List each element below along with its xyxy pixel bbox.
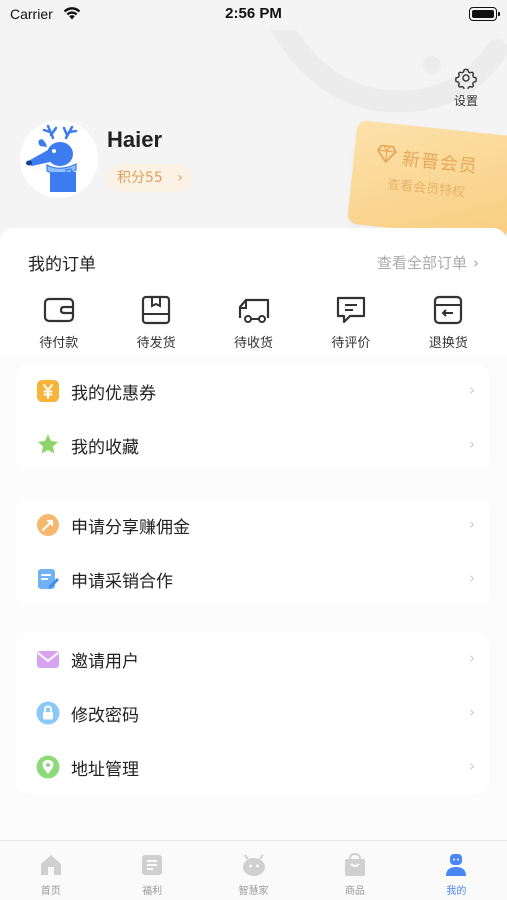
smart-home-icon [242, 854, 265, 876]
deer-avatar-icon [26, 124, 78, 192]
tab-label: 商品 [344, 886, 365, 897]
order-label: 待评价 [331, 336, 371, 351]
profile-page: Carrier 2:56 PM 设置 Haier 积分55 › 新晋会员 查看会… [0, 0, 507, 900]
menu-item-label: 我的收藏 [71, 438, 139, 458]
invite-envelope-icon [37, 651, 59, 668]
menu-group-partnership: 申请分享赚佣金 › 申请采销合作 › [16, 498, 489, 606]
menu-item-coupons[interactable]: 我的优惠券 › [16, 364, 489, 418]
cooperation-icon [38, 569, 59, 589]
order-label: 待付款 [39, 336, 79, 351]
clock: 2:56 PM [225, 5, 282, 22]
vip-subtitle: 查看会员特权 [386, 177, 466, 201]
tab-label: 智慧家 [238, 886, 269, 897]
share-commission-icon [37, 514, 59, 536]
menu-item-invite-users[interactable]: 邀请用户 › [16, 632, 489, 686]
chevron-right-icon: › [469, 757, 475, 775]
order-returns[interactable]: 退换货 [400, 294, 497, 351]
truck-icon [238, 298, 269, 323]
menu-item-address-management[interactable]: 地址管理 › [16, 740, 489, 794]
location-pin-icon [36, 755, 60, 779]
chevron-right-icon: › [177, 170, 183, 186]
order-pending-payment[interactable]: 待付款 [10, 294, 107, 351]
menu-item-label: 修改密码 [71, 706, 139, 726]
settings-button[interactable]: 设置 [451, 67, 481, 109]
home-icon [40, 855, 61, 875]
order-pending-shipment[interactable]: 待发货 [107, 294, 204, 351]
lock-icon [36, 701, 60, 725]
welfare-icon [142, 855, 163, 875]
order-pending-receipt[interactable]: 待收货 [205, 294, 302, 351]
menu-item-label: 邀请用户 [71, 652, 139, 672]
return-box-icon [434, 295, 463, 325]
menu-item-favorites[interactable]: 我的收藏 › [16, 418, 489, 472]
shopping-bag-icon [344, 853, 365, 876]
status-bar: Carrier 2:56 PM [0, 0, 507, 30]
battery-icon [469, 7, 500, 21]
order-label: 待发货 [136, 336, 176, 351]
orders-card: 我的订单 查看全部订单 › 待付款 待发货 待收货 待评价 退换货 [0, 228, 507, 358]
menu-item-share-commission[interactable]: 申请分享赚佣金 › [16, 498, 489, 552]
points-badge[interactable]: 积分55 › [107, 164, 193, 192]
chevron-right-icon: › [469, 381, 475, 399]
wallet-icon [43, 297, 74, 323]
diamond-icon [376, 144, 397, 163]
avatar[interactable] [20, 120, 98, 198]
chevron-right-icon: › [469, 703, 475, 721]
tab-home[interactable]: 首页 [0, 841, 101, 900]
star-icon [37, 434, 59, 454]
tab-smart-home[interactable]: 智慧家 [203, 841, 304, 900]
chevron-right-icon: › [469, 435, 475, 453]
tab-welfare[interactable]: 福利 [101, 841, 202, 900]
menu-item-label: 我的优惠券 [71, 384, 156, 404]
order-status-row: 待付款 待发货 待收货 待评价 退换货 [10, 294, 497, 351]
tab-label: 我的 [446, 886, 467, 897]
orders-title: 我的订单 [28, 255, 96, 275]
menu-group-account: 邀请用户 › 修改密码 › 地址管理 › [16, 632, 489, 794]
settings-label: 设置 [453, 94, 478, 108]
menu-item-label: 申请分享赚佣金 [71, 518, 190, 538]
menu-group-benefits: 我的优惠券 › 我的收藏 › [16, 364, 489, 470]
menu-item-cooperation[interactable]: 申请采销合作 › [16, 552, 489, 606]
menu-item-change-password[interactable]: 修改密码 › [16, 686, 489, 740]
menu-item-label: 申请采销合作 [71, 572, 173, 592]
chevron-right-icon: › [469, 649, 475, 667]
coupon-icon [37, 380, 59, 402]
package-icon [142, 295, 171, 325]
order-pending-review[interactable]: 待评价 [302, 294, 399, 351]
chevron-right-icon: › [469, 569, 475, 587]
order-label: 退换货 [428, 336, 468, 351]
points-label: 积分55 [117, 170, 163, 186]
order-label: 待收货 [234, 336, 274, 351]
tab-profile[interactable]: 我的 [406, 841, 507, 900]
chevron-right-icon: › [473, 254, 479, 272]
view-all-orders-link[interactable]: 查看全部订单 › [377, 252, 479, 273]
view-all-orders-label: 查看全部订单 [376, 254, 467, 272]
vip-title: 新晋会员 [400, 148, 479, 178]
gear-icon [455, 68, 477, 89]
tab-products[interactable]: 商品 [304, 841, 405, 900]
comment-icon [336, 296, 366, 324]
tab-bar: 首页 福利 智慧家 商品 我的 [0, 840, 507, 900]
tab-label: 福利 [142, 886, 163, 897]
tab-label: 首页 [40, 886, 61, 897]
menu-item-label: 地址管理 [71, 760, 139, 780]
vip-card[interactable]: 新晋会员 查看会员特权 [347, 119, 507, 241]
username: Haier [107, 127, 163, 152]
chevron-right-icon: › [469, 515, 475, 533]
profile-icon [446, 854, 467, 876]
